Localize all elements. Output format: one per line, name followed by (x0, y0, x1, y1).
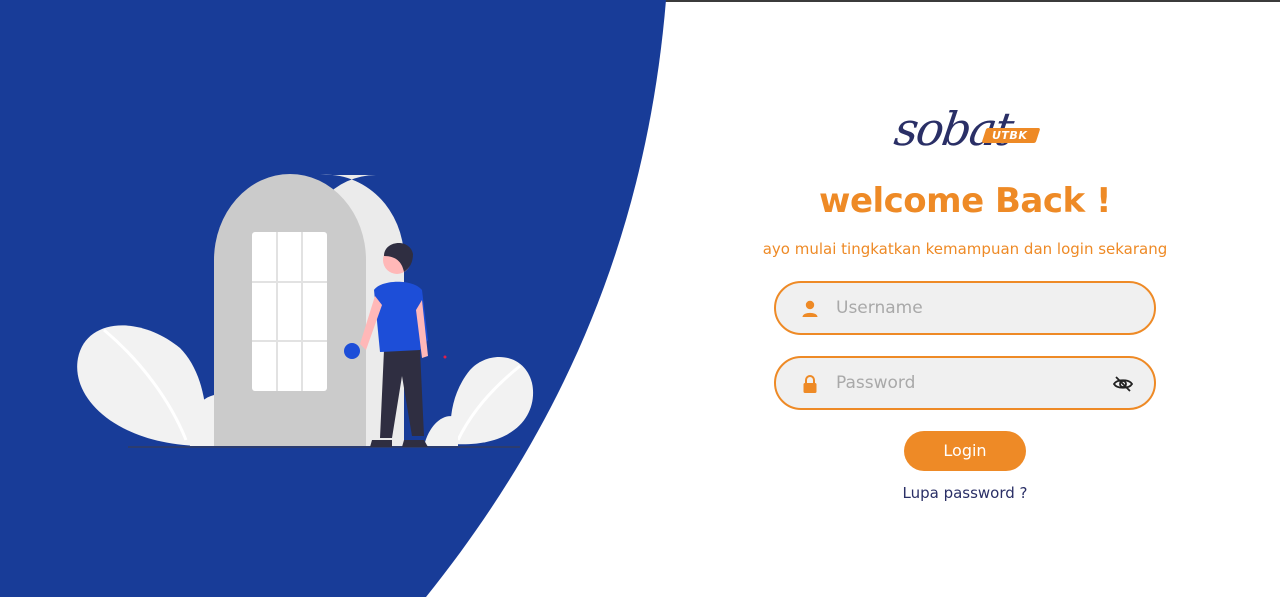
forgot-password-link[interactable]: Lupa password ? (880, 482, 1050, 504)
username-input[interactable] (836, 283, 1106, 333)
eye-slash-icon[interactable] (1112, 373, 1134, 395)
login-button[interactable]: Login (904, 431, 1026, 471)
username-field[interactable] (774, 281, 1156, 335)
password-field[interactable] (774, 356, 1156, 410)
user-icon (802, 300, 818, 317)
password-input[interactable] (836, 358, 1106, 408)
welcome-heading: welcome Back ! (819, 181, 1111, 221)
lock-icon (803, 375, 817, 393)
sobat-utbk-logo: sobat UTBK (891, 94, 1045, 166)
welcome-subtitle: ayo mulai tingkatkan kemampuan dan login… (762, 240, 1168, 258)
logo-badge-text: UTBK (992, 129, 1028, 142)
